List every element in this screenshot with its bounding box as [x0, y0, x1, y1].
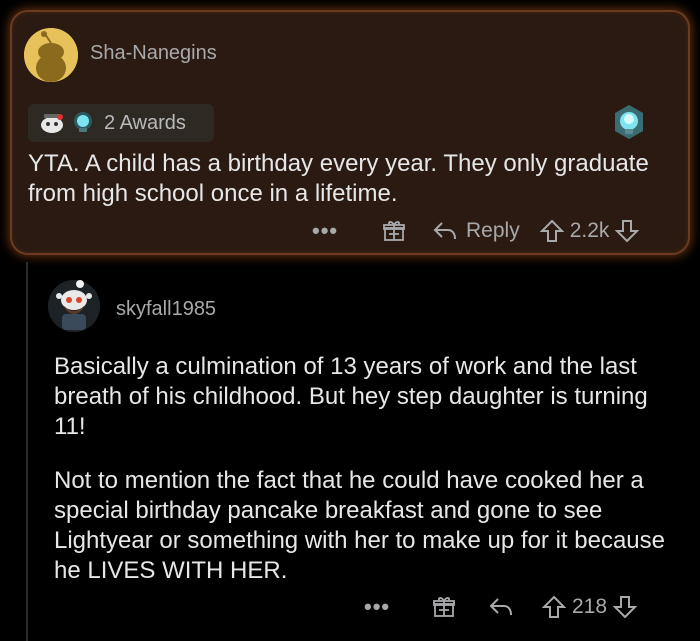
comment-paragraph: Basically a culmination of 13 years of w…	[54, 353, 648, 440]
thread-line[interactable]	[26, 262, 28, 641]
vote-score: 218	[572, 595, 608, 618]
downvote-button[interactable]	[613, 595, 638, 619]
downvote-icon	[615, 220, 640, 243]
gift-icon[interactable]	[432, 595, 456, 619]
reply-button[interactable]	[488, 596, 514, 618]
upvote-icon	[539, 219, 564, 242]
wholesome-award-icon	[38, 111, 66, 135]
awards-badge[interactable]: 2 Awards	[28, 104, 214, 142]
upvote-icon	[542, 595, 566, 618]
reply-button[interactable]: Reply	[432, 219, 520, 243]
downvote-button[interactable]	[615, 219, 640, 243]
comment-body: YTA. A child has a birthday every year. …	[28, 150, 649, 207]
comment-actions: ••• 218	[364, 594, 638, 620]
reply-icon	[433, 222, 456, 240]
snoo-avatar-icon	[24, 28, 78, 82]
awards-count: 2 Awards	[104, 111, 186, 134]
more-options-button[interactable]: •••	[364, 594, 424, 620]
lightbulb-award-icon[interactable]	[612, 104, 646, 144]
reply-icon	[489, 598, 512, 616]
lightbulb-award-icon	[72, 111, 94, 135]
avatar[interactable]	[48, 280, 100, 332]
highlighted-comment: Sha-Nanegins 2 Awards YTA. A child has a…	[10, 10, 690, 255]
comment-thread: Sha-Nanegins 2 Awards YTA. A child has a…	[0, 0, 700, 641]
snoo-avatar-icon	[48, 280, 100, 332]
vote-score: 2.2k	[569, 219, 610, 242]
comment-author[interactable]: Sha-Nanegins	[90, 42, 217, 65]
avatar[interactable]	[24, 28, 78, 82]
upvote-button[interactable]	[542, 595, 566, 619]
comment-author[interactable]: skyfall1985	[116, 298, 216, 321]
comment-paragraph: Not to mention the fact that he could ha…	[54, 467, 665, 584]
comment-actions: ••• Reply 2.2k	[312, 218, 640, 244]
more-options-button[interactable]: •••	[312, 218, 372, 244]
upvote-button[interactable]	[539, 219, 564, 243]
downvote-icon	[613, 596, 638, 619]
gift-icon[interactable]	[382, 219, 406, 243]
reply-label: Reply	[466, 219, 520, 242]
